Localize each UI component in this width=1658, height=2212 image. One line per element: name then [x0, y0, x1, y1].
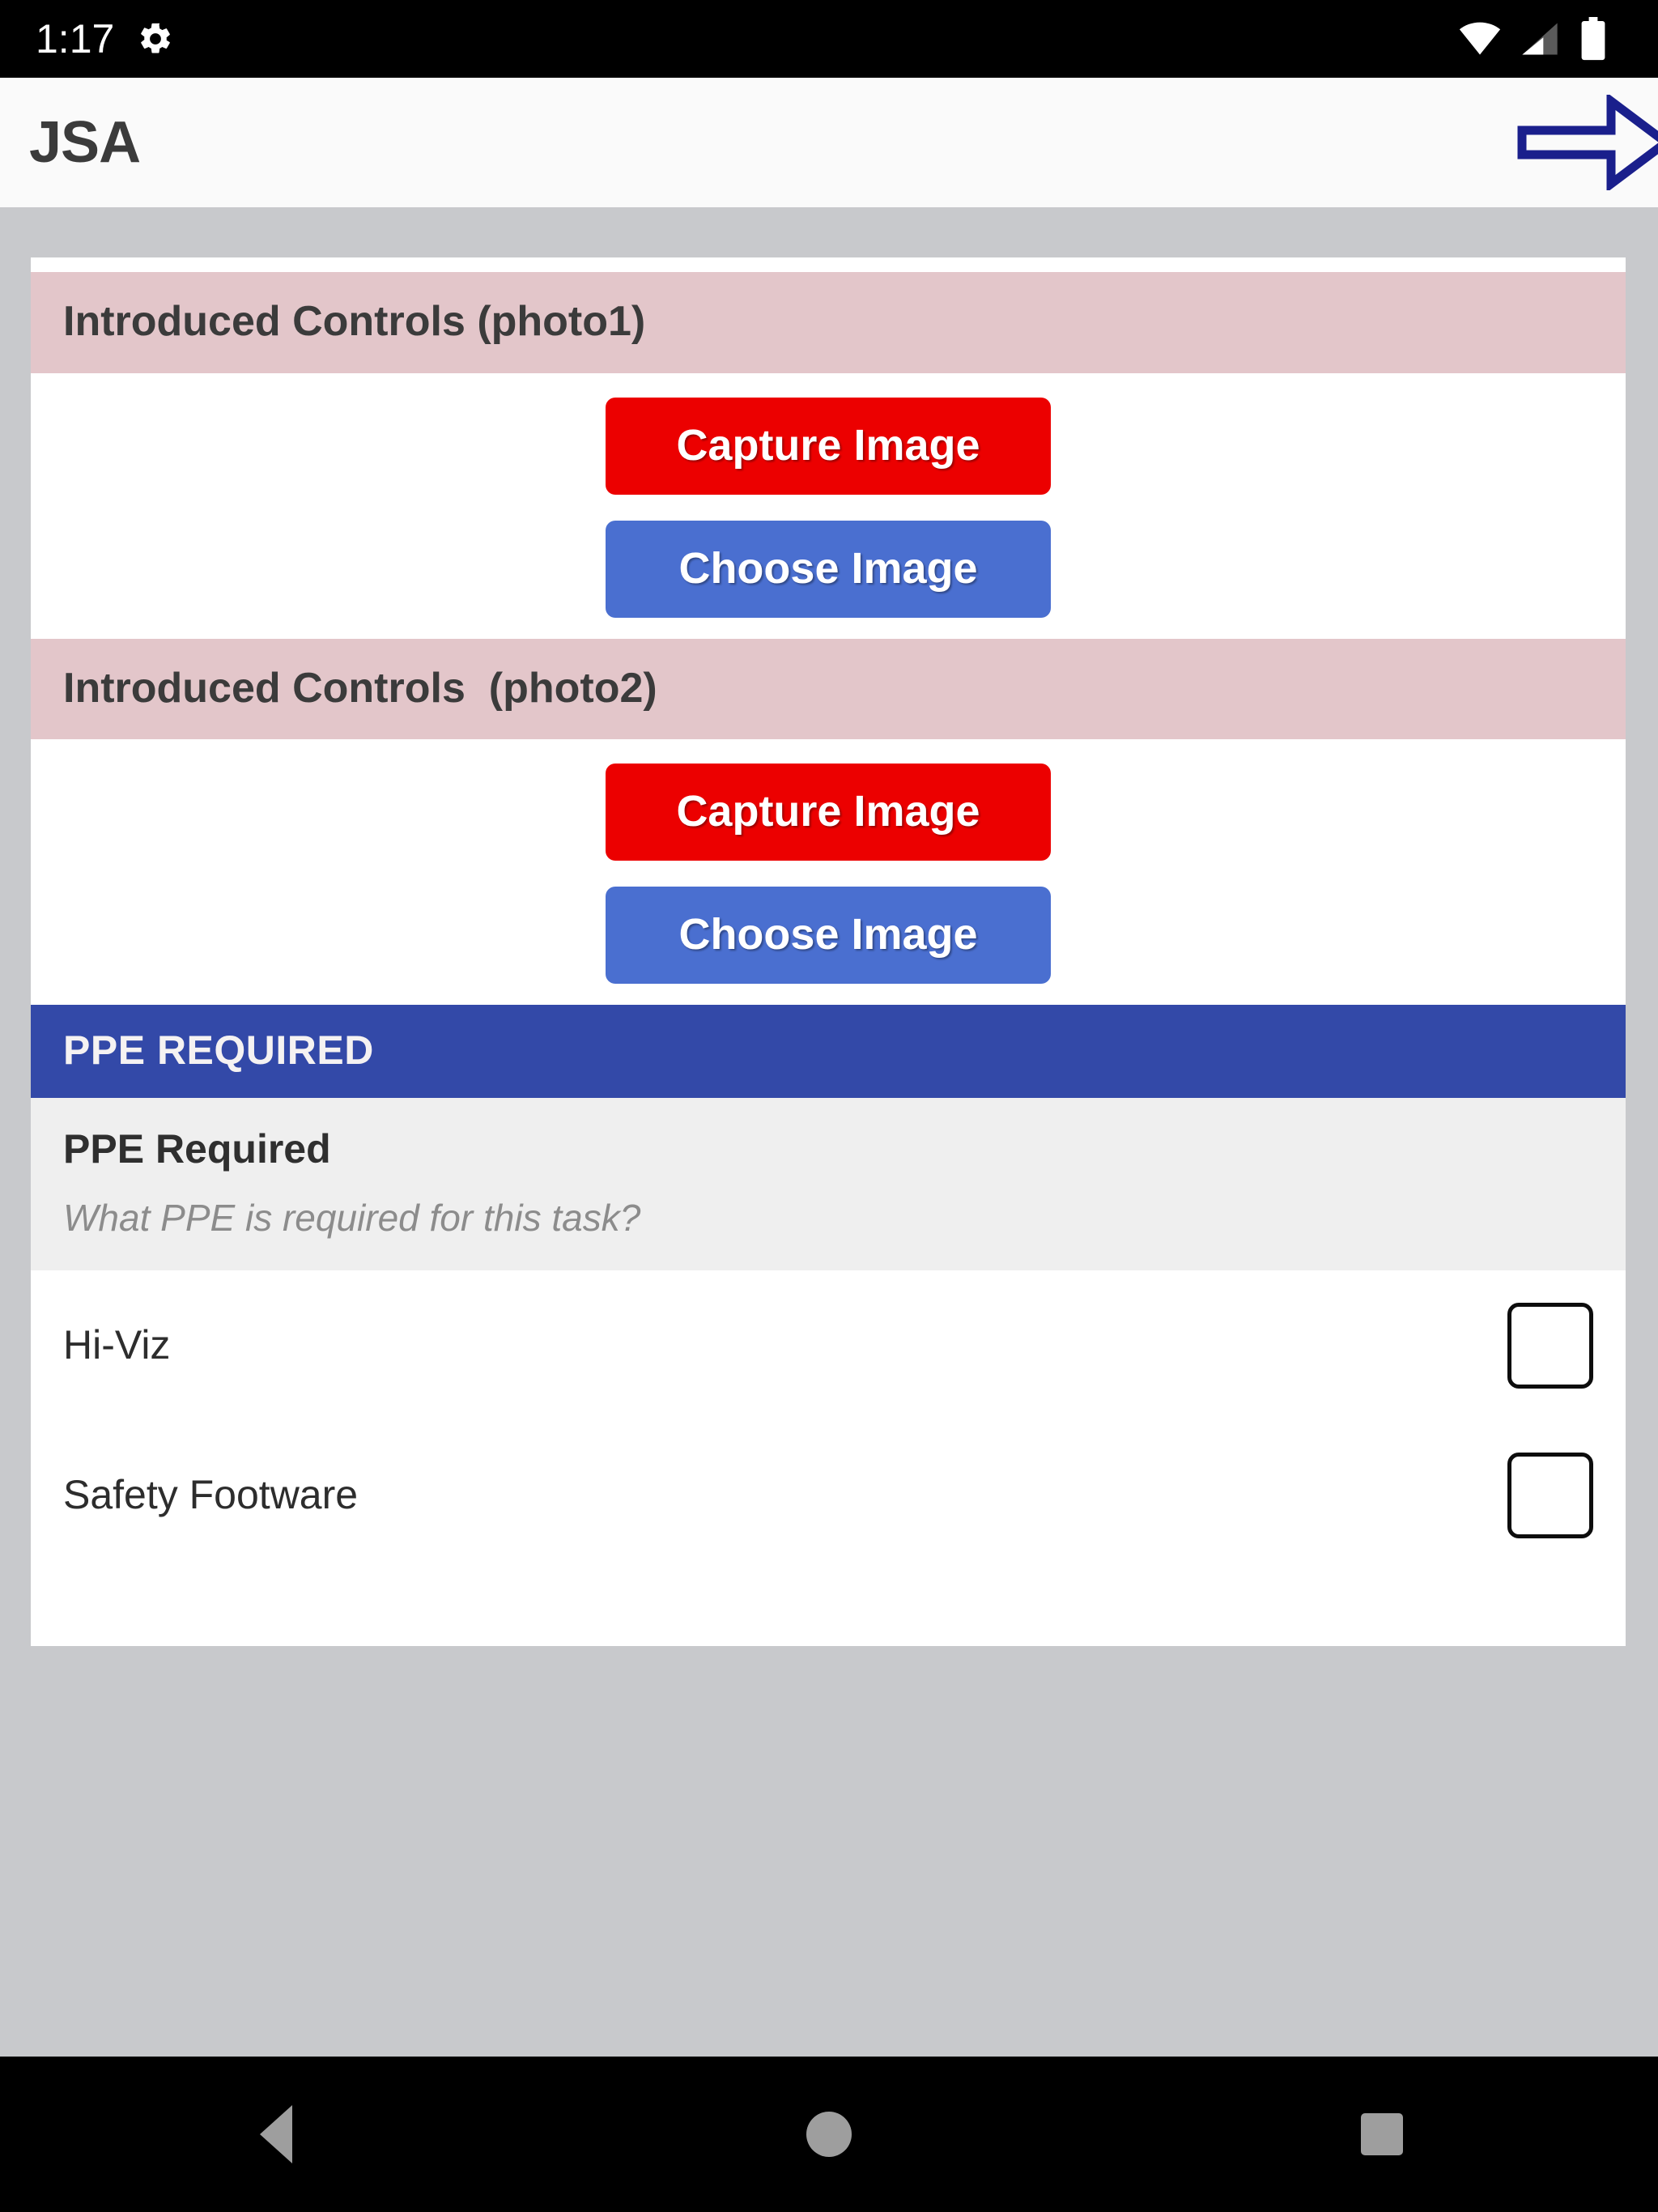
- gear-icon: [137, 20, 174, 57]
- home-circle-icon: [806, 2112, 852, 2157]
- ppe-option-row[interactable]: Safety Footware: [31, 1420, 1626, 1571]
- battery-full-icon: [1579, 17, 1608, 61]
- ppe-option-label: Safety Footware: [63, 1472, 359, 1518]
- choose-image-button-1[interactable]: Choose Image: [606, 520, 1051, 618]
- capture-image-button-1[interactable]: Capture Image: [606, 397, 1051, 495]
- section-header-introduced-controls-photo1: Introduced Controls (photo1): [31, 272, 1626, 373]
- section-label: Introduced Controls (photo1): [63, 298, 646, 345]
- scroll-content[interactable]: Introduced Controls (photo1) Capture Ima…: [0, 207, 1658, 2023]
- ppe-info-block: PPE Required What PPE is required for th…: [31, 1097, 1626, 1271]
- card-top-strip: [31, 257, 1626, 272]
- ppe-option-list: Hi-Viz Safety Footware: [31, 1270, 1626, 1647]
- ppe-question-title: PPE Required: [63, 1125, 331, 1172]
- section-label: PPE REQUIRED: [63, 1027, 374, 1074]
- android-nav-bar: [0, 2057, 1658, 2212]
- section-header-introduced-controls-photo2: Introduced Controls (photo2): [31, 638, 1626, 740]
- page-title: JSA: [29, 110, 141, 175]
- ppe-option-checkbox[interactable]: [1507, 1452, 1593, 1538]
- choose-image-button-2[interactable]: Choose Image: [606, 887, 1051, 985]
- wifi-icon: [1459, 18, 1501, 60]
- ppe-option-checkbox[interactable]: [1507, 1302, 1593, 1389]
- status-clock: 1:17: [36, 16, 115, 62]
- status-bar-right: [1459, 17, 1626, 61]
- ppe-question-subtitle: What PPE is required for this task?: [63, 1196, 641, 1239]
- form-card: Introduced Controls (photo1) Capture Ima…: [31, 257, 1626, 1647]
- app-bar: JSA: [0, 78, 1658, 207]
- nav-back-button[interactable]: [195, 2057, 357, 2212]
- phone-screen: 1:17 JSA Introduced Controls (photo1) Ca…: [0, 0, 1658, 2212]
- nav-home-button[interactable]: [748, 2057, 910, 2212]
- nav-recents-button[interactable]: [1301, 2057, 1463, 2212]
- ppe-option-label: Hi-Viz: [63, 1322, 171, 1368]
- capture-image-button-2[interactable]: Capture Image: [606, 764, 1051, 861]
- next-button[interactable]: [1517, 94, 1658, 191]
- ppe-list-tail: [31, 1570, 1626, 1647]
- status-bar: 1:17: [0, 0, 1658, 78]
- status-bar-left: 1:17: [36, 19, 174, 59]
- nav-bar-gap: [0, 2023, 1658, 2057]
- section-label: Introduced Controls (photo2): [63, 664, 657, 712]
- cellular-signal-icon: [1519, 18, 1561, 60]
- section-header-ppe-required: PPE REQUIRED: [31, 1005, 1626, 1098]
- photo-block-2: Capture Image Choose Image: [31, 739, 1626, 1006]
- photo-block-1: Capture Image Choose Image: [31, 372, 1626, 639]
- recents-square-icon: [1360, 2113, 1403, 2155]
- back-triangle-icon: [260, 2105, 293, 2163]
- next-arrow-icon: [1517, 95, 1658, 190]
- ppe-option-row[interactable]: Hi-Viz: [31, 1270, 1626, 1421]
